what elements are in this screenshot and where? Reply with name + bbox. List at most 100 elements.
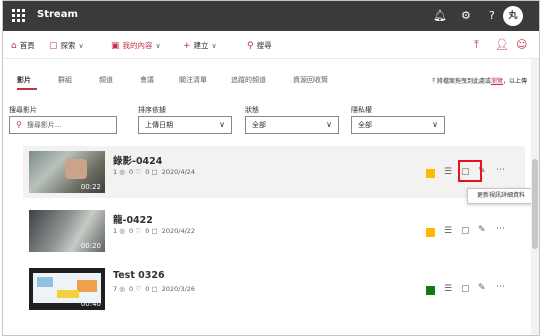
heart-icon: ♡	[135, 285, 142, 293]
heart-icon: ♡	[135, 168, 142, 176]
chevron-down-icon: ∨	[326, 120, 332, 129]
video-row[interactable]: 00:40 Test 0326 7 ◎ 0 ♡ 0 □ 2020/3/26 ☰ …	[23, 263, 525, 315]
sort-label: 排序依據	[138, 106, 166, 114]
edit-button-highlight	[458, 160, 482, 182]
nav-search[interactable]: ⚲ 搜尋	[247, 40, 272, 51]
search-videos-input[interactable]: ⚲ 搜尋影片...	[9, 116, 117, 134]
comment-icon[interactable]: ▢	[461, 284, 470, 294]
upload-hint-prefix: 將檔案拖曳到此處或	[436, 78, 491, 85]
status-dropdown[interactable]: 全部 ∨	[245, 116, 339, 134]
video-duration: 00:22	[80, 183, 101, 191]
tab-videos[interactable]: 影片	[17, 75, 31, 85]
upload-date: 2020/4/22	[161, 227, 196, 235]
view-count: 7	[113, 285, 118, 293]
app-title[interactable]: Stream	[37, 9, 78, 20]
tab-recycle-bin[interactable]: 資源回收筒	[293, 75, 328, 85]
content-tabs: 影片 群組 頻道 會議 關注清單 追蹤的頻道 資源回收筒 ⤒ 將檔案拖曳到此處或…	[3, 73, 539, 95]
my-content-icon: ▣	[111, 41, 120, 51]
notification-bell-icon[interactable]: 🔔︎	[433, 9, 447, 22]
video-row[interactable]: 00:20 龍-0422 1 ◎ 0 ♡ 0 □ 2020/4/22 ☰ ▢ ✎…	[23, 205, 525, 257]
command-bar: ⌂ 首頁 ▢ 探索 ∨ ▣ 我的內容 ∨ + 建立 ∨ ⚲ 搜尋 ⤒ 👤︎ ☺	[3, 31, 539, 59]
avatar[interactable]: 丸	[503, 6, 523, 26]
video-title[interactable]: 龍-0422	[113, 212, 153, 226]
upload-date: 2020/3/26	[161, 285, 196, 293]
nav-explore[interactable]: ▢ 探索 ∨	[49, 40, 84, 51]
eye-icon: ◎	[119, 285, 125, 293]
smiley-icon[interactable]: ☺	[516, 38, 527, 51]
edit-pencil-icon[interactable]: ✎	[478, 283, 486, 293]
search-placeholder: 搜尋影片...	[26, 121, 62, 129]
more-options-icon[interactable]: ⋯	[496, 165, 505, 175]
tab-watchlist[interactable]: 關注清單	[179, 75, 207, 85]
top-bar: Stream 🔔︎ ⚙ ? 丸	[3, 1, 539, 31]
nav-create[interactable]: + 建立 ∨	[183, 40, 217, 51]
edit-pencil-icon[interactable]: ✎	[478, 225, 486, 235]
status-badge	[426, 286, 435, 295]
chevron-down-icon: ∨	[155, 42, 161, 50]
sort-dropdown[interactable]: 上傳日期 ∨	[138, 116, 232, 134]
list-icon[interactable]: ☰	[444, 167, 452, 177]
video-title[interactable]: Test 0326	[113, 270, 165, 281]
thumbnail-slide-block	[57, 290, 79, 298]
app-launcher-icon[interactable]	[12, 9, 26, 23]
like-count: 0	[129, 168, 134, 176]
privacy-value: 全部	[358, 121, 372, 129]
more-options-icon[interactable]: ⋯	[496, 282, 505, 292]
explore-icon: ▢	[49, 41, 58, 51]
comment-count: 0	[145, 285, 150, 293]
list-icon[interactable]: ☰	[444, 226, 452, 236]
browse-link[interactable]: 瀏覽	[491, 78, 503, 85]
upload-icon[interactable]: ⤒	[474, 38, 479, 52]
upload-date: 2020/4/24	[161, 168, 196, 176]
scrollbar-thumb[interactable]	[532, 159, 538, 249]
stream-window: Stream 🔔︎ ⚙ ? 丸 ⌂ 首頁 ▢ 探索 ∨ ▣ 我的內容 ∨ + 建立 ∨ ⚲ 搜尋…	[2, 0, 540, 336]
search-icon: ⚲	[16, 120, 22, 129]
tab-followed-channels[interactable]: 追蹤的頻道	[231, 75, 266, 85]
chevron-down-icon: ∨	[432, 120, 438, 129]
chevron-down-icon: ∨	[211, 42, 217, 50]
video-title[interactable]: 錄影-0424	[113, 153, 162, 167]
sort-value: 上傳日期	[145, 121, 173, 129]
people-icon[interactable]: 👤︎	[495, 38, 509, 51]
nav-explore-label: 探索	[60, 41, 76, 50]
status-badge	[426, 169, 435, 178]
comment-icon: □	[151, 227, 158, 235]
video-meta: 1 ◎ 0 ♡ 0 □ 2020/4/22	[113, 227, 195, 235]
video-thumbnail[interactable]: 00:40	[29, 268, 105, 310]
status-value: 全部	[252, 121, 266, 129]
tab-meetings[interactable]: 會議	[140, 75, 154, 85]
plus-icon: +	[183, 41, 191, 51]
video-row[interactable]: 00:22 錄影-0424 1 ◎ 0 ♡ 0 □ 2020/4/24 ☰ ▢ …	[23, 146, 525, 198]
video-duration: 00:40	[80, 300, 101, 308]
more-options-icon[interactable]: ⋯	[496, 224, 505, 234]
list-icon[interactable]: ☰	[444, 284, 452, 294]
settings-gear-icon[interactable]: ⚙	[461, 9, 471, 22]
nav-my-content[interactable]: ▣ 我的內容 ∨	[111, 40, 161, 51]
home-icon: ⌂	[11, 41, 17, 51]
edit-details-tooltip: 更新視訊詳細資料	[467, 188, 535, 204]
video-duration: 00:20	[80, 242, 101, 250]
comment-icon[interactable]: ▢	[461, 226, 470, 236]
thumbnail-slide-block	[77, 280, 97, 292]
video-meta: 1 ◎ 0 ♡ 0 □ 2020/4/24	[113, 168, 195, 176]
tab-groups[interactable]: 群組	[58, 75, 72, 85]
comment-icon: □	[151, 168, 158, 176]
nav-home[interactable]: ⌂ 首頁	[11, 40, 35, 51]
help-icon[interactable]: ?	[489, 9, 495, 22]
comment-count: 0	[145, 168, 150, 176]
eye-icon: ◎	[119, 227, 125, 235]
scrollbar-track[interactable]	[531, 59, 539, 335]
comment-icon: □	[151, 285, 158, 293]
like-count: 0	[129, 285, 134, 293]
video-thumbnail[interactable]: 00:20	[29, 210, 105, 252]
nav-search-label: 搜尋	[256, 41, 272, 50]
privacy-dropdown[interactable]: 全部 ∨	[351, 116, 445, 134]
view-count: 1	[113, 168, 118, 176]
status-label: 狀態	[245, 106, 259, 114]
video-thumbnail[interactable]: 00:22	[29, 151, 105, 193]
upload-hint-suffix: ，以上傳	[502, 78, 527, 85]
thumbnail-hand-shape	[65, 159, 87, 179]
tab-channels[interactable]: 頻道	[99, 75, 113, 85]
search-icon: ⚲	[247, 41, 254, 51]
like-count: 0	[129, 227, 134, 235]
